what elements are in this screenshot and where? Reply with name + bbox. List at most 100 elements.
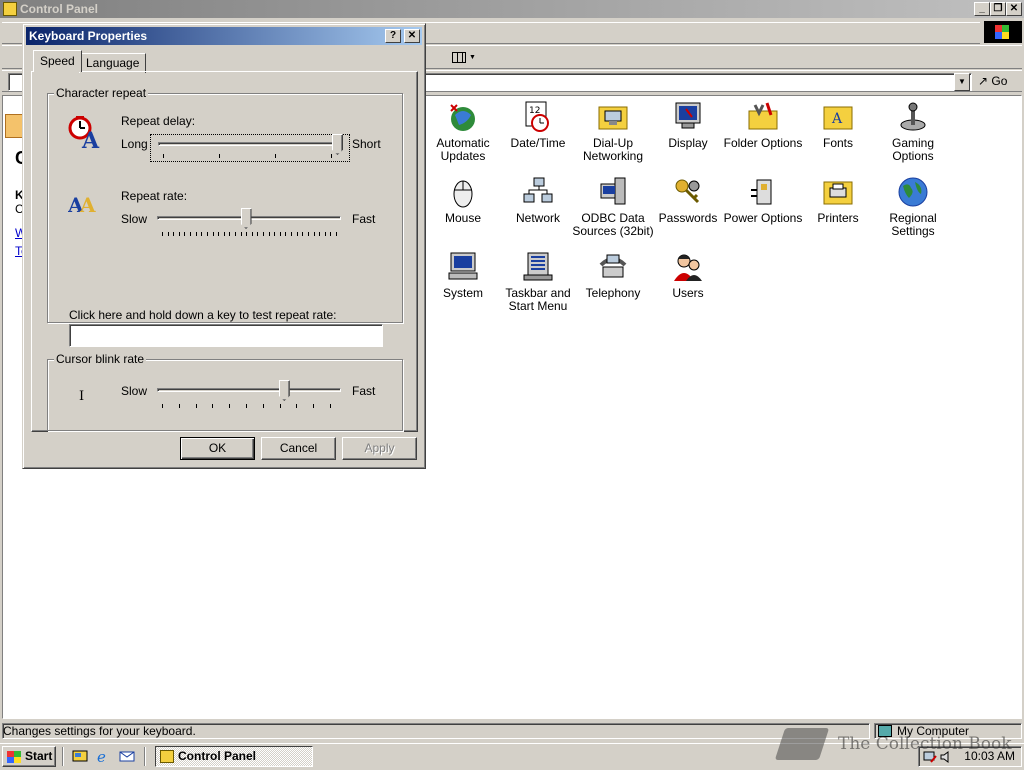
go-label: Go xyxy=(991,74,1008,88)
folder-options-item[interactable]: Folder Options xyxy=(721,101,805,150)
close-button[interactable]: ✕ xyxy=(404,29,420,43)
regional-settings-item[interactable]: Regional Settings xyxy=(871,176,955,238)
dialup-networking-icon xyxy=(597,101,629,133)
power-options-item[interactable]: Power Options xyxy=(721,176,805,225)
my-computer-icon xyxy=(878,725,892,737)
tab-speed[interactable]: Speed xyxy=(33,50,82,72)
tab-language[interactable]: Language xyxy=(79,53,147,73)
display-item[interactable]: Display xyxy=(646,101,730,150)
volume-icon[interactable] xyxy=(939,750,953,764)
system-tray: 10:03 AM xyxy=(918,746,1022,767)
slider-track xyxy=(158,142,342,146)
slider-tick xyxy=(167,232,169,236)
windows-logo xyxy=(984,21,1022,43)
slider-tick xyxy=(178,232,180,236)
slider-tick xyxy=(229,404,231,408)
ok-button[interactable]: OK xyxy=(180,437,255,460)
slider-tick xyxy=(262,404,264,408)
slider-tick xyxy=(178,404,180,408)
item-label: Folder Options xyxy=(723,136,803,150)
cursor-blink-slider[interactable] xyxy=(150,380,350,409)
slider-tick xyxy=(212,404,214,408)
slider-ticks xyxy=(162,404,331,408)
tray-network-icon[interactable] xyxy=(923,750,937,764)
outlook-express-icon[interactable] xyxy=(119,748,135,764)
slider-ticks xyxy=(162,232,337,236)
mouse-item[interactable]: Mouse xyxy=(421,176,505,225)
display-icon xyxy=(672,101,704,133)
show-desktop-icon[interactable] xyxy=(72,748,88,764)
system-icon xyxy=(447,251,479,283)
views-icon xyxy=(452,52,466,63)
slider-tick xyxy=(190,232,192,236)
internet-explorer-icon[interactable]: e xyxy=(96,748,112,766)
fonts-item[interactable]: A Fonts xyxy=(796,101,880,150)
gaming-options-item[interactable]: Gaming Options xyxy=(871,101,955,163)
repeat-rate-slider[interactable] xyxy=(150,208,350,237)
item-label: Printers xyxy=(817,211,859,225)
date-time-item[interactable]: 12 Date/Time xyxy=(496,101,580,150)
windows-flag-icon xyxy=(7,751,21,763)
close-window-button[interactable]: ✕ xyxy=(1006,2,1022,16)
repeat-delay-thumb[interactable] xyxy=(332,134,343,155)
slider-tick xyxy=(257,232,259,236)
slider-tick xyxy=(279,404,281,408)
cancel-button[interactable]: Cancel xyxy=(261,437,336,460)
passwords-item[interactable]: Passwords xyxy=(646,176,730,225)
slider-tick xyxy=(279,232,281,236)
test-area-label: Click here and hold down a key to test r… xyxy=(69,308,337,322)
automatic-updates-item[interactable]: Automatic Updates xyxy=(421,101,505,163)
slider-tick xyxy=(162,404,163,408)
views-button[interactable]: ▼ xyxy=(450,50,476,66)
item-label: Fonts xyxy=(822,136,853,150)
telephony-item[interactable]: Telephony xyxy=(571,251,655,300)
slider-tick xyxy=(291,232,293,236)
slider-tick xyxy=(201,232,203,236)
repeat-delay-slider[interactable] xyxy=(150,134,350,162)
passwords-icon xyxy=(672,176,704,208)
taskbar-separator xyxy=(62,747,64,766)
cursor-blink-min-label: Slow xyxy=(121,384,148,398)
start-label: Start xyxy=(25,749,53,763)
address-dropdown-button[interactable]: ▼ xyxy=(954,73,970,91)
slider-tick xyxy=(173,232,175,236)
system-item[interactable]: System xyxy=(421,251,505,300)
slider-tick xyxy=(206,232,208,236)
help-button[interactable]: ? xyxy=(385,29,401,43)
item-label: Users xyxy=(672,286,704,300)
item-label: Telephony xyxy=(585,286,641,300)
item-label: Network xyxy=(515,211,560,225)
fonts-icon: A xyxy=(822,101,854,133)
slider-track xyxy=(157,388,341,392)
slider-tick xyxy=(162,232,163,236)
main-titlebar[interactable]: Control Panel _ ❐ ✕ xyxy=(0,0,1024,18)
cursor-blink-thumb[interactable] xyxy=(278,380,290,401)
test-repeat-input[interactable] xyxy=(69,324,383,347)
go-button[interactable]: ↗ Go xyxy=(974,73,1018,91)
taskbar-start-menu-item[interactable]: Taskbar and Start Menu xyxy=(496,251,580,313)
clock[interactable]: 10:03 AM xyxy=(964,747,1015,766)
dialog-titlebar[interactable]: Keyboard Properties ? ✕ xyxy=(26,27,422,45)
slider-tick xyxy=(331,154,332,158)
printers-item[interactable]: Printers xyxy=(796,176,880,225)
slider-tick xyxy=(223,232,225,236)
repeat-rate-thumb[interactable] xyxy=(240,208,252,229)
item-label: Taskbar and Start Menu xyxy=(505,286,571,313)
users-item[interactable]: Users xyxy=(646,251,730,300)
slider-tick xyxy=(336,232,337,236)
maximize-button[interactable]: ❐ xyxy=(990,2,1006,16)
start-button[interactable]: Start xyxy=(2,746,56,767)
keyboard-properties-dialog: Keyboard Properties ? ✕ Speed Language C… xyxy=(22,23,426,469)
main-window-title: Control Panel xyxy=(20,2,99,16)
taskbar-button-control-panel[interactable]: Control Panel xyxy=(155,746,313,767)
apply-button[interactable]: Apply xyxy=(342,437,417,460)
network-item[interactable]: Network xyxy=(496,176,580,225)
go-arrow-icon: ↗ xyxy=(978,74,989,88)
network-icon xyxy=(522,176,554,208)
cursor-blink-max-label: Fast xyxy=(352,384,376,398)
dialup-networking-item[interactable]: Dial-Up Networking xyxy=(571,101,655,163)
item-label: System xyxy=(442,286,483,300)
minimize-button[interactable]: _ xyxy=(974,2,990,16)
odbc-item[interactable]: ODBC Data Sources (32bit) xyxy=(571,176,655,238)
group-label: Cursor blink rate xyxy=(54,352,147,366)
